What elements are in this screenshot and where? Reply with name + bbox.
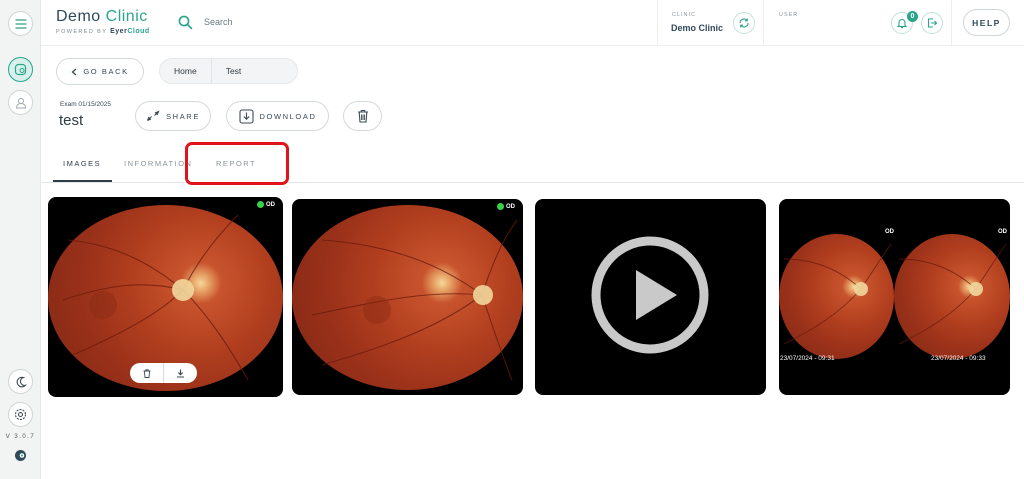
brand-name-part2: Clinic [105,8,148,25]
sidebar: V 3.0.7 [0,0,41,479]
help-button[interactable]: HELP [963,9,1010,36]
exam-icon [14,63,27,76]
fundus-image-left [779,234,894,359]
eyercloud-wordmark: EyerCloud [110,28,150,35]
app-version: V 3.0.7 [5,434,36,440]
download-button[interactable]: DOWNLOAD [226,101,329,131]
hamburger-icon [14,18,27,29]
header-divider [951,0,952,46]
search-icon[interactable] [178,15,193,30]
brand-logo[interactable]: Demo Clinic POWERED BY EyerCloud [56,8,150,35]
eye-label-right: OD [998,229,1007,235]
breadcrumb-test[interactable]: Test [212,59,256,83]
delete-exam-button[interactable] [343,101,382,131]
header-divider [657,0,658,46]
sidebar-item-patients[interactable] [8,90,33,115]
refresh-icon [739,18,749,28]
person-icon [15,97,26,108]
video-card[interactable] [535,199,766,395]
download-label: DOWNLOAD [259,111,317,121]
tab-information[interactable]: INFORMATION [124,159,192,168]
delete-image-button[interactable] [130,363,163,383]
tab-images[interactable]: IMAGES [63,159,101,168]
eye-label-left: OD [885,229,894,235]
eye-indicator: OD [257,201,275,208]
eye-label: OD [506,203,515,210]
sidebar-item-exams[interactable] [8,57,33,82]
retina-vessels [783,243,892,345]
logout-icon [927,18,938,28]
switch-clinic-button[interactable] [733,12,755,34]
menu-button[interactable] [8,11,33,36]
brand-subtitle: POWERED BY EyerCloud [56,28,150,35]
share-button[interactable]: SHARE [135,101,211,131]
top-header: Demo Clinic POWERED BY EyerCloud CLINIC … [41,0,1024,46]
clinic-name: Demo Clinic [671,23,724,33]
download-image-button[interactable] [164,363,197,383]
brand-name-part1: Demo [56,8,101,25]
chevron-left-icon [71,68,77,75]
retina-vessels [898,243,1007,345]
fundus-image [292,205,523,390]
bell-icon [896,19,908,29]
moon-icon [16,376,27,387]
download-icon [177,369,184,378]
image-card-2[interactable]: OD [292,199,523,395]
wordmark-part2: Cloud [127,28,150,35]
logout-button[interactable] [921,12,943,34]
retina-vessels [311,219,518,381]
settings-button[interactable] [8,402,33,427]
gear-icon [14,408,27,421]
exam-title: test [59,112,84,129]
image-card-4[interactable]: OD OD 23/07/2024 - 09:31 23/07/2024 - 09… [779,199,1010,395]
download-icon [238,108,254,124]
clinic-label: CLINIC [672,12,697,18]
capture-timestamp-right: 23/07/2024 - 09:33 [931,355,986,362]
fundus-image-right [894,234,1010,359]
image-card-1[interactable]: OD [48,197,283,397]
dark-mode-toggle[interactable] [8,369,33,394]
annotation-highlight-box [185,142,289,185]
eye-label: OD [266,201,275,208]
play-icon [591,236,709,354]
share-label: SHARE [166,111,200,121]
brand-name: Demo Clinic [56,8,150,26]
status-dot [257,201,264,208]
go-back-label: GO BACK [83,67,129,76]
header-divider [763,0,764,46]
share-arrows-icon [147,110,160,122]
user-label: USER [779,12,799,18]
eyer-logo-icon [15,450,26,461]
trash-icon [143,368,150,378]
eye-indicator: OD [497,203,515,210]
go-back-button[interactable]: GO BACK [56,58,144,85]
breadcrumb-home[interactable]: Home [160,59,211,83]
image-actions [130,363,197,383]
capture-timestamp-left: 23/07/2024 - 09:31 [780,355,835,362]
breadcrumb: Home Test [159,58,298,84]
notification-count-badge: 0 [907,11,918,22]
search-input[interactable] [204,17,324,27]
wordmark-part1: Eyer [110,28,128,35]
powered-by-label: POWERED BY [56,29,108,35]
exam-date: Exam 01/15/2025 [60,101,111,108]
trash-icon [357,109,368,123]
status-dot [497,203,504,210]
